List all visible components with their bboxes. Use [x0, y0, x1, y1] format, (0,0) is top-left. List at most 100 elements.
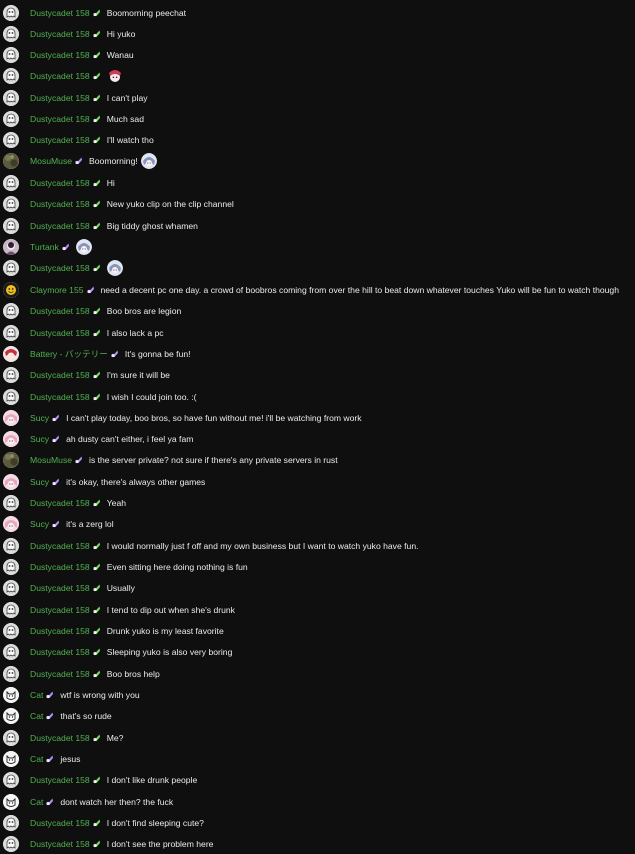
- author-name[interactable]: Dustycadet 158: [30, 669, 90, 679]
- avatar-icon[interactable]: [3, 771, 19, 788]
- author-name[interactable]: Dustycadet 158: [30, 8, 90, 18]
- author-name[interactable]: Dustycadet 158: [30, 562, 90, 572]
- author-name[interactable]: Cat: [30, 690, 43, 700]
- message-line: Cat wtf is wrong with you: [30, 690, 140, 700]
- avatar-icon[interactable]: [3, 67, 19, 84]
- avatar-icon[interactable]: [3, 281, 19, 298]
- chat-message: Dustycadet 158 Wanau: [0, 44, 635, 65]
- message-line: Dustycadet 158 Hi yuko: [30, 29, 135, 39]
- author-name[interactable]: Dustycadet 158: [30, 93, 90, 103]
- member-badge-green-icon: [92, 818, 101, 827]
- author-name[interactable]: Dustycadet 158: [30, 647, 90, 657]
- avatar-icon[interactable]: [3, 793, 19, 810]
- author-name[interactable]: Dustycadet 158: [30, 733, 90, 743]
- avatar-icon[interactable]: [3, 579, 19, 596]
- avatar-icon[interactable]: [3, 835, 19, 852]
- author-name[interactable]: Dustycadet 158: [30, 775, 90, 785]
- avatar-icon[interactable]: [3, 537, 19, 554]
- author-name[interactable]: Dustycadet 158: [30, 71, 90, 81]
- avatar-icon[interactable]: [3, 131, 19, 148]
- author-name[interactable]: Dustycadet 158: [30, 328, 90, 338]
- avatar-icon[interactable]: [3, 601, 19, 618]
- avatar-icon[interactable]: [3, 152, 19, 169]
- chat-message: Dustycadet 158 Boo bros help: [0, 663, 635, 684]
- author-name[interactable]: Dustycadet 158: [30, 498, 90, 508]
- avatar-icon[interactable]: [3, 195, 19, 212]
- member-badge-green-icon: [92, 498, 101, 507]
- author-name[interactable]: Dustycadet 158: [30, 583, 90, 593]
- avatar-icon[interactable]: [3, 558, 19, 575]
- author-name[interactable]: Dustycadet 158: [30, 605, 90, 615]
- avatar-icon[interactable]: [3, 238, 19, 255]
- author-name[interactable]: Turtank: [30, 242, 59, 252]
- avatar-icon[interactable]: [3, 259, 19, 276]
- author-name[interactable]: Dustycadet 158: [30, 50, 90, 60]
- author-name[interactable]: Cat: [30, 754, 43, 764]
- member-badge-purple-icon: [74, 156, 83, 165]
- author-name[interactable]: Cat: [30, 711, 43, 721]
- avatar-icon[interactable]: [3, 4, 19, 21]
- message-line: Dustycadet 158 I don't like drunk people: [30, 775, 197, 785]
- avatar-icon[interactable]: [3, 46, 19, 63]
- member-badge-green-icon: [92, 306, 101, 315]
- author-name[interactable]: Dustycadet 158: [30, 29, 90, 39]
- avatar-icon[interactable]: [3, 451, 19, 468]
- author-name[interactable]: Dustycadet 158: [30, 392, 90, 402]
- author-name[interactable]: Sucy: [30, 434, 49, 444]
- avatar-icon[interactable]: [3, 110, 19, 127]
- avatar-icon[interactable]: [3, 515, 19, 532]
- avatar-icon[interactable]: [3, 25, 19, 42]
- member-badge-purple-icon: [51, 519, 60, 528]
- avatar-icon[interactable]: [3, 217, 19, 234]
- author-name[interactable]: Dustycadet 158: [30, 221, 90, 231]
- author-name[interactable]: Dustycadet 158: [30, 370, 90, 380]
- member-badge-green-icon: [92, 733, 101, 742]
- avatar-icon[interactable]: [3, 302, 19, 319]
- author-name[interactable]: Sucy: [30, 477, 49, 487]
- avatar-icon[interactable]: [3, 174, 19, 191]
- author-name[interactable]: MosuMuse: [30, 156, 72, 166]
- avatar-icon[interactable]: [3, 729, 19, 746]
- member-badge-green-icon: [92, 775, 101, 784]
- message-line: Dustycadet 158 Hi: [30, 178, 115, 188]
- member-badge-green-icon: [92, 71, 101, 80]
- author-name[interactable]: Sucy: [30, 519, 49, 529]
- avatar-icon[interactable]: [3, 643, 19, 660]
- author-name[interactable]: Dustycadet 158: [30, 263, 90, 273]
- author-name[interactable]: Dustycadet 158: [30, 626, 90, 636]
- avatar-icon[interactable]: [3, 686, 19, 703]
- message-text: I don't find sleeping cute?: [106, 817, 204, 828]
- author-name[interactable]: Dustycadet 158: [30, 306, 90, 316]
- avatar-icon[interactable]: [3, 89, 19, 106]
- author-name[interactable]: Dustycadet 158: [30, 114, 90, 124]
- author-name[interactable]: Dustycadet 158: [30, 541, 90, 551]
- author-name[interactable]: Dustycadet 158: [30, 178, 90, 188]
- chat-message: Dustycadet 158 Yeah: [0, 492, 635, 513]
- author-name[interactable]: Dustycadet 158: [30, 839, 90, 849]
- avatar-icon[interactable]: [3, 473, 19, 490]
- author-name[interactable]: MosuMuse: [30, 455, 72, 465]
- member-badge-green-icon: [92, 370, 101, 379]
- author-name[interactable]: Dustycadet 158: [30, 135, 90, 145]
- message-line: Dustycadet 158 Boo bros help: [30, 669, 160, 679]
- avatar-icon[interactable]: [3, 814, 19, 831]
- member-badge-purple-icon: [45, 690, 54, 699]
- avatar-icon[interactable]: [3, 707, 19, 724]
- message-text: I tend to dip out when she's drunk: [106, 604, 235, 615]
- avatar-icon[interactable]: [3, 324, 19, 341]
- author-name[interactable]: Battery - バッテリー: [30, 348, 108, 360]
- author-name[interactable]: Dustycadet 158: [30, 818, 90, 828]
- author-name[interactable]: Dustycadet 158: [30, 199, 90, 209]
- author-name[interactable]: Cat: [30, 797, 43, 807]
- avatar-icon[interactable]: [3, 388, 19, 405]
- avatar-icon[interactable]: [3, 750, 19, 767]
- avatar-icon[interactable]: [3, 430, 19, 447]
- avatar-icon[interactable]: [3, 345, 19, 362]
- author-name[interactable]: Sucy: [30, 413, 49, 423]
- avatar-icon[interactable]: [3, 665, 19, 682]
- avatar-icon[interactable]: [3, 409, 19, 426]
- author-name[interactable]: Claymore 155: [30, 285, 84, 295]
- avatar-icon[interactable]: [3, 366, 19, 383]
- avatar-icon[interactable]: [3, 494, 19, 511]
- avatar-icon[interactable]: [3, 622, 19, 639]
